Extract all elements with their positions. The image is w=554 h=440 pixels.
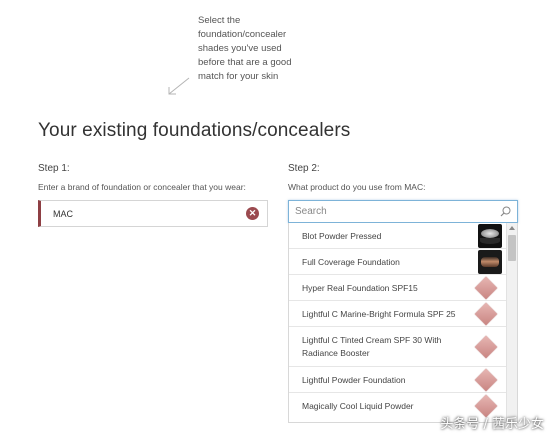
search-icon[interactable] — [500, 206, 511, 217]
list-item[interactable]: Full Coverage Foundation — [289, 249, 507, 275]
product-name: Magically Cool Liquid Powder — [302, 401, 414, 411]
step1-label: Step 1: — [38, 163, 70, 174]
product-search-field[interactable] — [288, 200, 518, 223]
product-name: Lightful Powder Foundation — [302, 375, 406, 385]
swatch-icon — [474, 276, 498, 300]
section-title: Your existing foundations/concealers — [38, 120, 351, 141]
list-item[interactable]: Lightful Powder Foundation — [289, 367, 507, 393]
swatch-icon — [474, 302, 498, 326]
list-item[interactable]: Blot Powder Pressed — [289, 223, 507, 249]
tube-foundation-icon — [478, 250, 502, 274]
brand-input[interactable]: MAC ✕ — [38, 200, 268, 227]
compact-powder-icon — [478, 224, 502, 248]
product-name: Full Coverage Foundation — [302, 257, 400, 267]
list-item[interactable]: Hyper Real Foundation SPF15 — [289, 275, 507, 301]
step1-description: Enter a brand of foundation or concealer… — [38, 182, 246, 192]
swatch-icon — [474, 335, 498, 359]
product-list[interactable]: Blot Powder Pressed Full Coverage Founda… — [288, 223, 518, 423]
brand-value: MAC — [53, 209, 73, 219]
list-item[interactable]: Lightful C Tinted Cream SPF 30 With Radi… — [289, 327, 507, 367]
close-circle-icon[interactable]: ✕ — [246, 207, 259, 220]
product-name: Lightful C Marine-Bright Formula SPF 25 — [302, 309, 456, 319]
list-item[interactable]: Lightful C Marine-Bright Formula SPF 25 — [289, 301, 507, 327]
swatch-icon — [474, 368, 498, 392]
product-name: Blot Powder Pressed — [302, 231, 382, 241]
hint-text: Select the foundation/concealer shades y… — [198, 15, 292, 82]
watermark: 头条号 / 茜乐少女 — [440, 417, 544, 432]
list-scrollbar[interactable] — [506, 223, 517, 422]
search-input[interactable] — [295, 204, 490, 219]
product-name: Hyper Real Foundation SPF15 — [302, 283, 418, 293]
step2-label: Step 2: — [288, 163, 320, 174]
product-name: Lightful C Tinted Cream SPF 30 With Radi… — [302, 335, 442, 358]
scroll-up-icon[interactable] — [509, 226, 515, 230]
pointer-arrow-icon — [168, 77, 190, 95]
scroll-thumb[interactable] — [508, 235, 516, 261]
step2-description: What product do you use from MAC: — [288, 182, 426, 192]
